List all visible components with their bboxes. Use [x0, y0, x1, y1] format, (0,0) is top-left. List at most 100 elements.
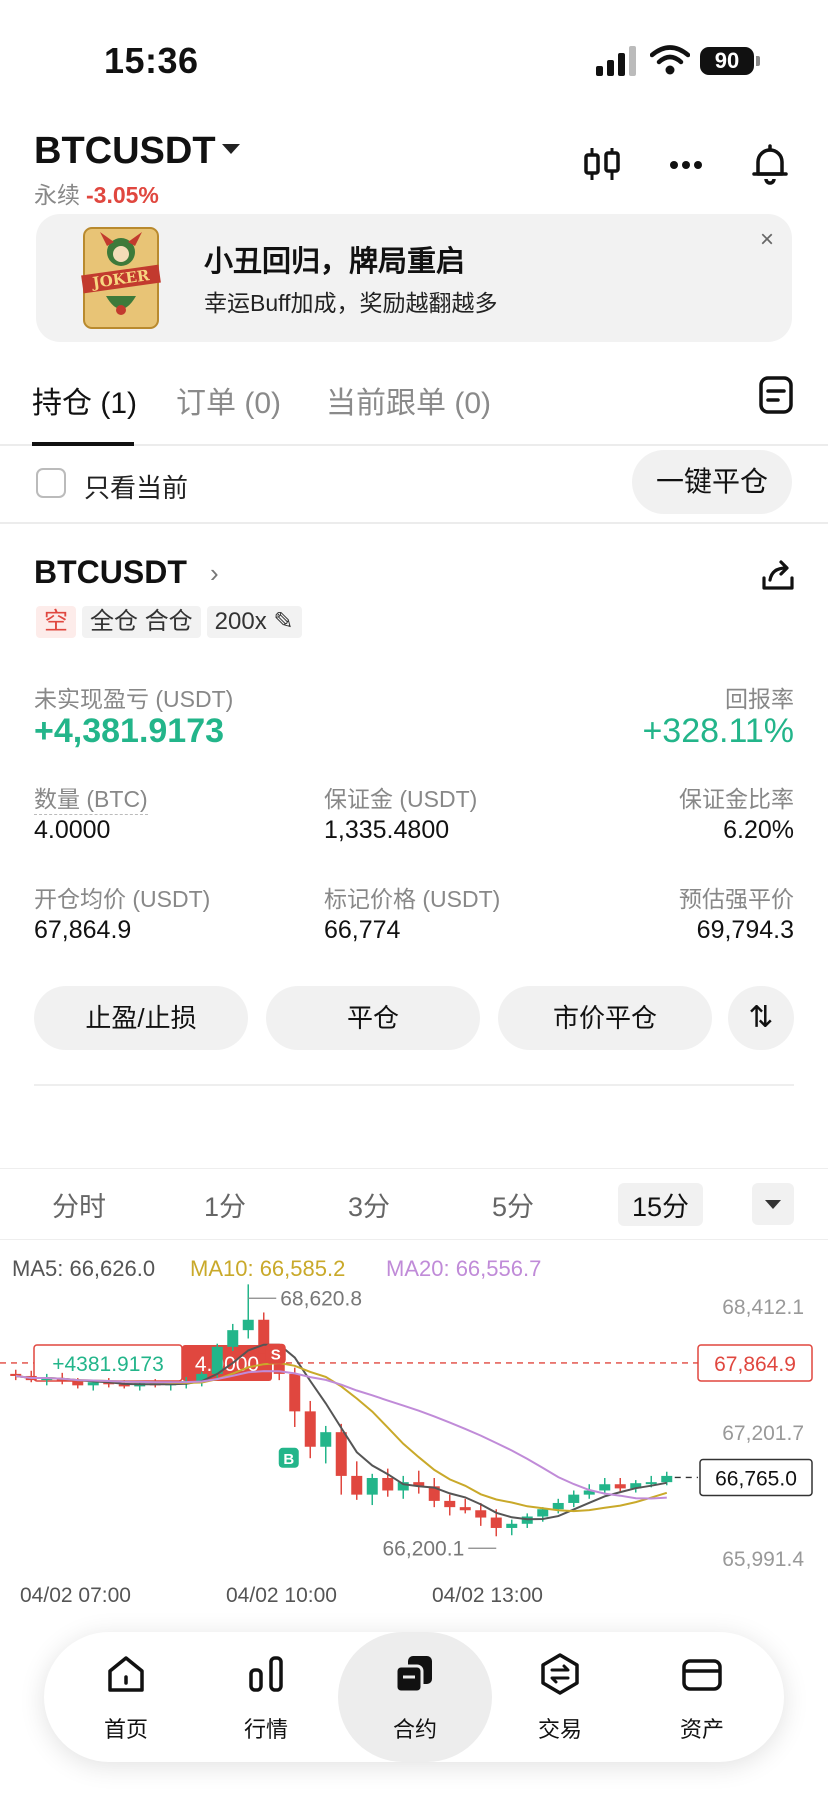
- nav-markets-label: 行情: [243, 1717, 288, 1742]
- tf-time[interactable]: 分时: [52, 1185, 106, 1224]
- x-tick-label: 04/02 13:00: [432, 1584, 543, 1607]
- roe-value: +328.11%: [642, 712, 794, 750]
- roe-label: 回报率: [725, 686, 794, 712]
- y-tick-label: 67,201.7: [722, 1422, 804, 1445]
- position-symbol[interactable]: BTCUSDT: [34, 554, 187, 591]
- buy-marker-label: B: [283, 1451, 294, 1468]
- tpsl-button[interactable]: 止盈/止损: [34, 986, 248, 1050]
- candle-body: [552, 1502, 564, 1510]
- candle-body: [335, 1432, 347, 1476]
- candle-body: [645, 1482, 657, 1485]
- only-current-checkbox[interactable]: [36, 468, 66, 498]
- tf-1m[interactable]: 1分: [204, 1185, 246, 1224]
- candle-body: [320, 1432, 332, 1447]
- wifi-icon: [650, 45, 690, 75]
- futures-icon: [394, 1656, 432, 1694]
- trade-icon: [541, 1653, 579, 1695]
- tab-positions[interactable]: 持仓 (1): [32, 378, 137, 422]
- candle-body: [599, 1484, 611, 1491]
- margin-value: 1,335.4800: [324, 816, 450, 844]
- candle-body: [72, 1381, 84, 1386]
- bar-chart-icon: [249, 1656, 283, 1692]
- price-change: -3.05%: [86, 182, 159, 208]
- candle-body: [490, 1517, 502, 1528]
- margin-label: 保证金 (USDT): [324, 786, 478, 812]
- margin-ratio-value: 6.20%: [723, 816, 794, 844]
- position-tabs: 持仓 (1) 订单 (0) 当前跟单 (0): [0, 364, 828, 446]
- document-icon[interactable]: [756, 374, 796, 416]
- tab-copy-trades[interactable]: 当前跟单 (0): [326, 378, 491, 422]
- position-card: BTCUSDT › 空全仓 合仓 200x ✎ 未实现盈亏 (USDT) +4,3…: [0, 524, 828, 1086]
- bell-icon[interactable]: [746, 140, 794, 188]
- candle-body: [289, 1373, 301, 1412]
- candle-body: [614, 1484, 626, 1489]
- timeframe-more-icon[interactable]: [752, 1183, 794, 1225]
- promo-banner[interactable]: JOKER 小丑回归，牌局重启 幸运Buff加成，奖励越翻越多 ×: [36, 214, 792, 342]
- mark-price-value: 66,774: [324, 916, 401, 944]
- chevron-right-icon[interactable]: ›: [210, 558, 219, 589]
- chevron-down-icon[interactable]: [222, 144, 240, 154]
- candle-body: [537, 1509, 549, 1517]
- market-close-button[interactable]: 市价平仓: [498, 986, 712, 1050]
- status-bar: 15:36 90: [0, 0, 828, 120]
- reverse-icon[interactable]: ⇅: [728, 986, 794, 1050]
- clock: 15:36: [104, 40, 199, 81]
- candle-body: [87, 1382, 99, 1386]
- joker-card-image: JOKER: [81, 227, 161, 329]
- candle-body: [459, 1507, 471, 1511]
- x-tick-label: 04/02 07:00: [20, 1584, 131, 1607]
- leverage-badge[interactable]: 200x ✎: [206, 606, 302, 638]
- high-price-label: 68,620.8: [280, 1287, 362, 1310]
- current-price-label: 66,765.0: [715, 1467, 797, 1490]
- liq-price-label: 预估强平价: [679, 886, 794, 912]
- close-position-button[interactable]: 平仓: [266, 986, 480, 1050]
- entry-price-tag-label: 67,864.9: [714, 1353, 796, 1376]
- nav-markets[interactable]: 行情: [196, 1632, 336, 1762]
- kline-chart[interactable]: MA5: 66,626.0 MA10: 66,585.2 MA20: 66,55…: [0, 1240, 828, 1620]
- home-icon: [108, 1656, 144, 1692]
- unrealized-pnl-label: 未实现盈亏 (USDT): [34, 686, 234, 712]
- x-tick-label: 04/02 10:00: [226, 1584, 337, 1607]
- more-icon[interactable]: [662, 140, 710, 188]
- candle-body: [506, 1523, 518, 1528]
- close-icon[interactable]: ×: [760, 226, 774, 254]
- tf-3m[interactable]: 3分: [348, 1185, 390, 1224]
- share-icon[interactable]: [760, 558, 796, 594]
- quantity-label[interactable]: 数量 (BTC): [34, 780, 148, 815]
- only-current-label[interactable]: 只看当前: [84, 468, 188, 505]
- margin-mode-badge: 全仓 合仓: [82, 606, 201, 638]
- bottom-nav: 首页 行情 合约 交易 资产: [44, 1632, 784, 1762]
- tf-15m[interactable]: 15分: [618, 1183, 704, 1226]
- candle-body: [351, 1475, 363, 1495]
- candle-body: [475, 1510, 487, 1518]
- nav-home[interactable]: 首页: [56, 1632, 196, 1762]
- candlestick-icon[interactable]: [578, 140, 626, 188]
- entry-price-value: 67,864.9: [34, 916, 132, 944]
- leverage-value: 200x: [214, 608, 267, 635]
- wallet-icon: [682, 1659, 722, 1691]
- close-all-button[interactable]: 一键平仓: [632, 450, 792, 514]
- candle-body: [661, 1475, 673, 1483]
- nav-assets[interactable]: 资产: [632, 1632, 772, 1762]
- banner-subtitle: 幸运Buff加成，奖励越翻越多: [204, 290, 498, 316]
- nav-trade[interactable]: 交易: [490, 1632, 630, 1762]
- filter-row: 只看当前 一键平仓: [0, 446, 828, 524]
- candle-body: [211, 1346, 223, 1374]
- contract-subtitle: 永续 -3.05%: [34, 176, 159, 210]
- liq-price-value: 69,794.3: [696, 916, 794, 944]
- candle-body: [568, 1494, 580, 1503]
- low-price-label: 66,200.1: [383, 1537, 465, 1560]
- header: BTCUSDT 永续 -3.05%: [0, 120, 828, 216]
- side-badge: 空: [36, 606, 76, 638]
- tab-orders[interactable]: 订单 (0): [176, 378, 281, 422]
- candle-body: [366, 1477, 378, 1495]
- quantity-value: 4.0000: [34, 816, 111, 844]
- symbol-title[interactable]: BTCUSDT: [34, 130, 216, 173]
- battery-icon: 90: [700, 47, 760, 75]
- y-tick-label: 68,412.1: [722, 1296, 804, 1319]
- nav-home-label: 首页: [103, 1717, 148, 1742]
- tf-5m[interactable]: 5分: [492, 1185, 534, 1224]
- nav-futures[interactable]: 合约: [338, 1632, 492, 1762]
- sell-marker-label: S: [271, 1347, 281, 1364]
- y-tick-label: 65,991.4: [722, 1548, 804, 1571]
